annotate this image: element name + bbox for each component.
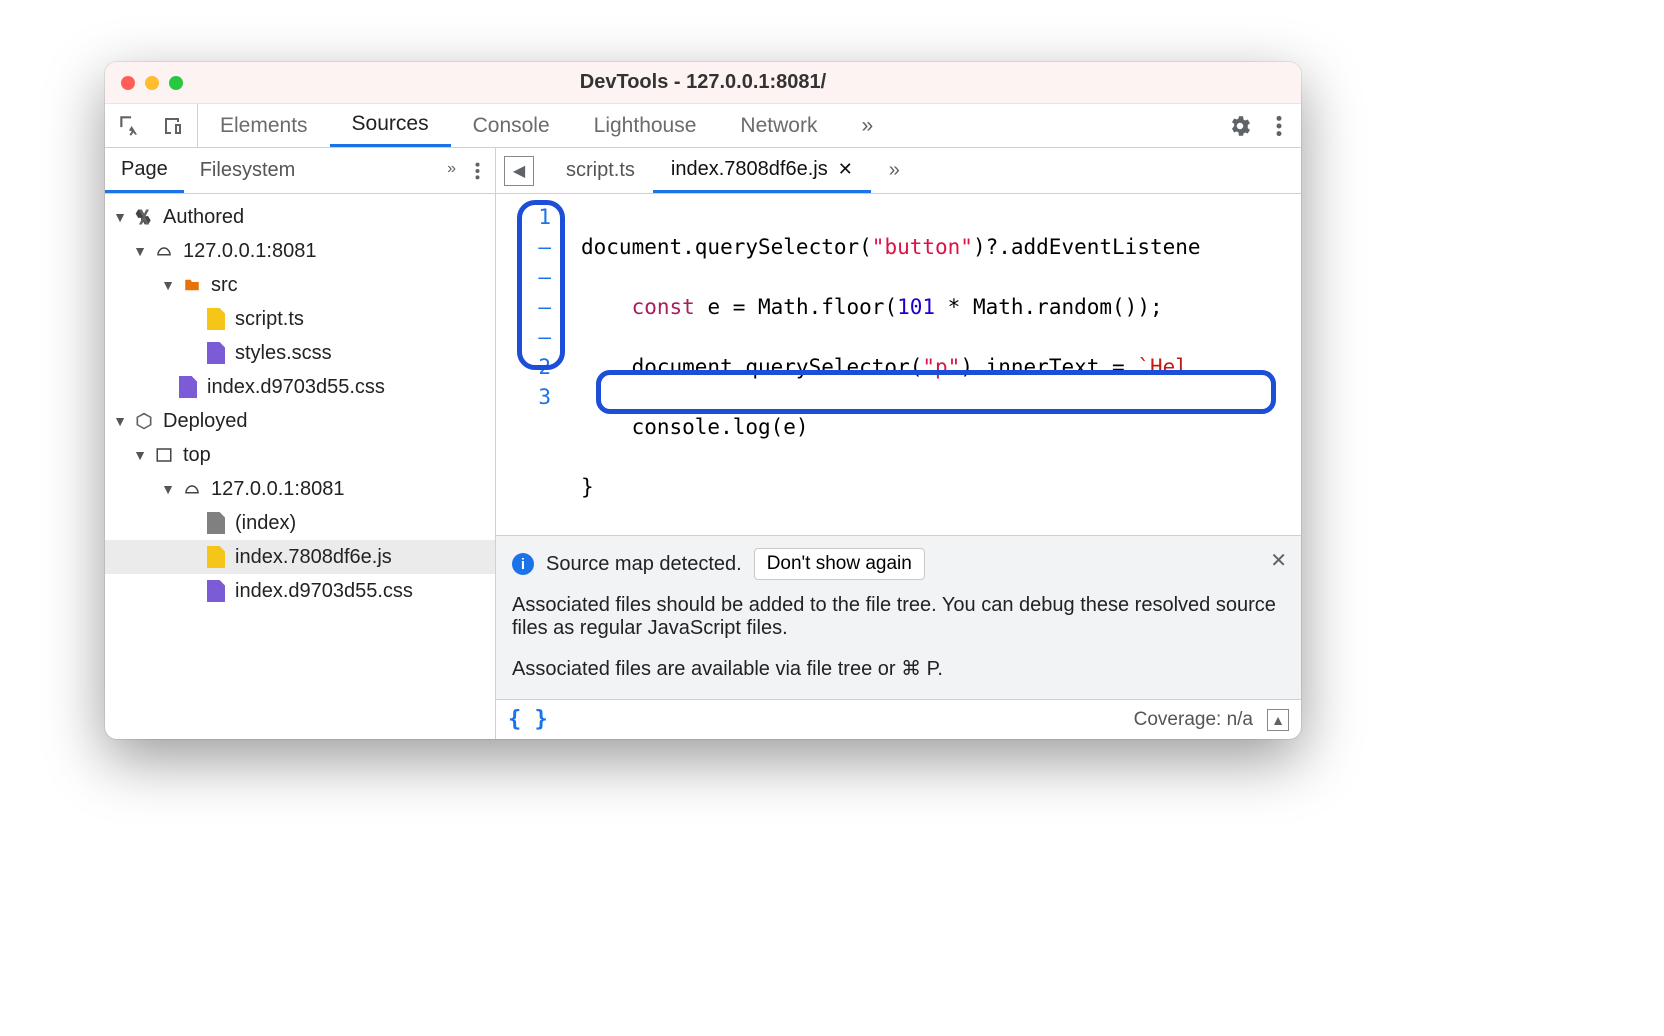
info-body-2: Associated files are available via file … [512,656,1285,681]
sidebar-tab-filesystem[interactable]: Filesystem [184,148,312,193]
info-icon: i [512,553,534,575]
editor-tab-label: index.7808df6e.js [671,158,828,181]
tree-label: index.7808df6e.js [235,546,392,569]
window-title: DevTools - 127.0.0.1:8081/ [105,71,1301,94]
editor-tab-overflow[interactable]: » [871,148,918,193]
tree-authored[interactable]: ▼ Authored [105,200,495,234]
devtools-window: DevTools - 127.0.0.1:8081/ Elements Sour… [105,62,1301,739]
show-console-drawer-icon[interactable]: ▲ [1267,709,1289,731]
settings-icon[interactable] [1227,113,1253,139]
tree-label: 127.0.0.1:8081 [183,240,316,263]
tree-file-styles-scss[interactable]: styles.scss [105,336,495,370]
tree-top[interactable]: ▼ top [105,438,495,472]
tree-label: top [183,444,211,467]
info-body-1: Associated files should be added to the … [512,594,1285,640]
editor-tabstrip: ◀ script.ts index.7808df6e.js ✕ » [496,148,1301,194]
sidebar-tab-overflow-icon[interactable]: » [447,160,456,182]
tab-sources[interactable]: Sources [330,104,451,147]
coverage-label: Coverage: n/a [1134,709,1253,731]
tree-label: script.ts [235,308,304,331]
sidebar-kebab-icon[interactable] [474,160,481,182]
editor-tab-script-ts[interactable]: script.ts [548,148,653,193]
tree-label: styles.scss [235,342,332,365]
sources-sidebar: Page Filesystem » ▼ Authored ▼ 127.0.0.1… [105,148,496,739]
pretty-print-icon[interactable]: { } [508,707,548,732]
tree-file-index-css-auth[interactable]: index.d9703d55.css [105,370,495,404]
tab-console[interactable]: Console [451,104,572,147]
info-close-icon[interactable]: ✕ [1270,548,1287,573]
tree-file-index-css-dep[interactable]: index.d9703d55.css [105,574,495,608]
tree-label: 127.0.0.1:8081 [211,478,344,501]
tab-elements[interactable]: Elements [198,104,330,147]
kebab-menu-icon[interactable] [1275,113,1283,139]
tree-label: index.d9703d55.css [235,580,413,603]
tree-folder-src[interactable]: ▼ src [105,268,495,302]
editor-tab-label: script.ts [566,159,635,182]
code-highlight [596,370,1276,414]
tree-label: Deployed [163,410,248,433]
tree-deployed[interactable]: ▼ Deployed [105,404,495,438]
code-editor[interactable]: 1 – – – – 2 3 document.querySelector("bu… [496,194,1301,535]
tree-host-authored[interactable]: ▼ 127.0.0.1:8081 [105,234,495,268]
sidebar-tab-page[interactable]: Page [105,148,184,193]
tree-file-script-ts[interactable]: script.ts [105,302,495,336]
tree-file-index-html[interactable]: (index) [105,506,495,540]
gutter-highlight [517,200,565,370]
status-bar: { } Coverage: n/a ▲ [496,699,1301,739]
close-tab-icon[interactable]: ✕ [838,159,853,180]
tab-lighthouse[interactable]: Lighthouse [572,104,719,147]
tree-label: index.d9703d55.css [207,376,385,399]
inspect-element-icon[interactable] [117,113,143,139]
nav-back-button[interactable]: ◀ [504,156,534,186]
tab-network[interactable]: Network [718,104,839,147]
editor-panel: ◀ script.ts index.7808df6e.js ✕ » 1 – – … [496,148,1301,739]
device-toolbar-icon[interactable] [161,113,185,139]
tree-label: Authored [163,206,244,229]
tree-label: (index) [235,512,296,535]
tree-host-deployed[interactable]: ▼ 127.0.0.1:8081 [105,472,495,506]
tree-label: src [211,274,238,297]
tab-overflow[interactable]: » [839,104,895,147]
titlebar: DevTools - 127.0.0.1:8081/ [105,62,1301,104]
panel-tabstrip: Elements Sources Console Lighthouse Netw… [105,104,1301,148]
code-content[interactable]: document.querySelector("button")?.addEve… [581,194,1201,535]
info-bar: ✕ i Source map detected. Don't show agai… [496,535,1301,699]
tree-file-index-js[interactable]: index.7808df6e.js [105,540,495,574]
info-title: Source map detected. [546,553,742,576]
file-tree: ▼ Authored ▼ 127.0.0.1:8081 ▼ src script… [105,194,495,739]
editor-tab-index-js[interactable]: index.7808df6e.js ✕ [653,148,871,193]
line-gutter[interactable]: 1 – – – – 2 3 [496,194,581,535]
dont-show-again-button[interactable]: Don't show again [754,548,925,580]
